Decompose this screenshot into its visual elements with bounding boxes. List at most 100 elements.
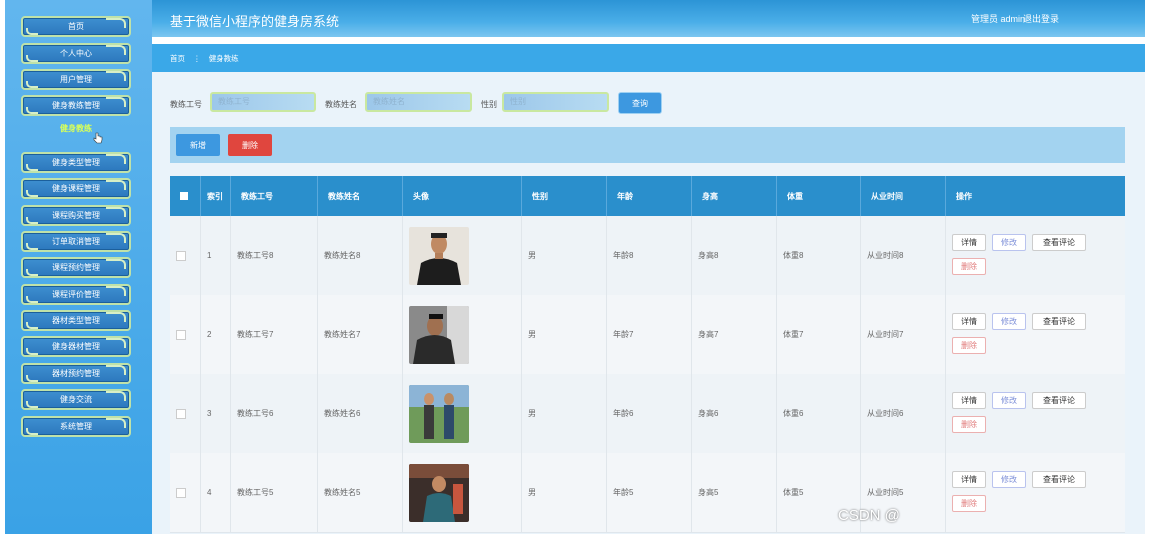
sidebar-item-label: 课程评价管理 bbox=[52, 290, 100, 299]
sidebar-item-label: 健身教练管理 bbox=[52, 101, 100, 110]
sidebar-item-coaches[interactable]: 健身教练管理 bbox=[21, 95, 131, 116]
cell-height: 身高8 bbox=[691, 216, 776, 295]
cell-actions: 详情 修改 查看评论 删除 bbox=[945, 216, 1125, 295]
cell-coach-no: 教练工号8 bbox=[230, 216, 317, 295]
coach-no-label: 教练工号 bbox=[170, 100, 202, 109]
sidebar-item-equipment-booking[interactable]: 器材预约管理 bbox=[21, 363, 131, 384]
cell-coach-name: 教练姓名8 bbox=[317, 216, 402, 295]
edit-button[interactable]: 修改 bbox=[992, 234, 1026, 251]
sidebar-item-course-review[interactable]: 课程评价管理 bbox=[21, 284, 131, 305]
col-index: 索引 bbox=[200, 176, 230, 216]
cell-avatar bbox=[402, 453, 521, 532]
col-actions: 操作 bbox=[945, 176, 1125, 216]
cell-actions: 详情 修改 查看评论 删除 bbox=[945, 295, 1125, 374]
sidebar-item-fitness-types[interactable]: 健身类型管理 bbox=[21, 152, 131, 173]
sidebar-item-course-booking[interactable]: 课程预约管理 bbox=[21, 257, 131, 278]
cell-index: 3 bbox=[200, 374, 230, 453]
add-button[interactable]: 新增 bbox=[176, 134, 220, 156]
cell-coach-name: 教练姓名7 bbox=[317, 295, 402, 374]
sidebar-item-forum[interactable]: 健身交流 bbox=[21, 389, 131, 410]
table-row: 2 教练工号7 教练姓名7 男 年龄7 身高7 体重7 从业时间7 详情 修改 … bbox=[170, 295, 1125, 375]
col-weight: 体重 bbox=[776, 176, 860, 216]
cell-index: 1 bbox=[200, 216, 230, 295]
table-row: 3 教练工号6 教练姓名6 男 年龄6 身高6 体重6 从业时间6 详情 修改 … bbox=[170, 374, 1125, 454]
cell-gender: 男 bbox=[521, 374, 606, 453]
row-checkbox[interactable] bbox=[170, 374, 200, 453]
cell-age: 年龄7 bbox=[606, 295, 691, 374]
select-all-checkbox[interactable] bbox=[170, 176, 200, 216]
sidebar-item-users[interactable]: 用户管理 bbox=[21, 69, 131, 90]
cell-age: 年龄6 bbox=[606, 374, 691, 453]
cell-avatar bbox=[402, 295, 521, 374]
coach-name-input[interactable]: 教练姓名 bbox=[365, 92, 472, 112]
avatar bbox=[409, 305, 469, 364]
detail-button[interactable]: 详情 bbox=[952, 234, 986, 251]
cell-coach-name: 教练姓名5 bbox=[317, 453, 402, 532]
sidebar-item-order-cancel[interactable]: 订单取消管理 bbox=[21, 231, 131, 252]
table-row: 4 教练工号5 教练姓名5 男 年龄5 身高5 体重5 从业时间5 详情 修改 … bbox=[170, 453, 1125, 533]
detail-button[interactable]: 详情 bbox=[952, 471, 986, 488]
sidebar-item-label: 课程预约管理 bbox=[52, 263, 100, 272]
gender-input[interactable]: 性别 bbox=[502, 92, 609, 112]
cell-actions: 详情 修改 查看评论 删除 bbox=[945, 453, 1125, 532]
cell-actions: 详情 修改 查看评论 删除 bbox=[945, 374, 1125, 453]
cell-height: 身高7 bbox=[691, 295, 776, 374]
cell-coach-name: 教练姓名6 bbox=[317, 374, 402, 453]
sidebar-item-courses[interactable]: 健身课程管理 bbox=[21, 178, 131, 199]
logout-link[interactable]: 退出登录 bbox=[1023, 12, 1059, 25]
sidebar-item-label: 健身类型管理 bbox=[52, 158, 100, 167]
detail-button[interactable]: 详情 bbox=[952, 313, 986, 330]
cell-avatar bbox=[402, 374, 521, 453]
sidebar-item-label: 健身器材管理 bbox=[52, 342, 100, 351]
delete-button[interactable]: 删除 bbox=[952, 258, 986, 275]
cell-index: 2 bbox=[200, 295, 230, 374]
cell-height: 身高6 bbox=[691, 374, 776, 453]
sidebar-item-profile[interactable]: 个人中心 bbox=[21, 43, 131, 64]
coach-no-input[interactable]: 教练工号 bbox=[210, 92, 316, 112]
sidebar-item-equipment-types[interactable]: 器材类型管理 bbox=[21, 310, 131, 331]
sidebar-subitem-coach[interactable]: 健身教练 bbox=[21, 121, 131, 137]
sidebar-item-label: 器材类型管理 bbox=[52, 316, 100, 325]
edit-button[interactable]: 修改 bbox=[992, 471, 1026, 488]
search-button[interactable]: 查询 bbox=[618, 92, 662, 114]
cell-coach-no: 教练工号7 bbox=[230, 295, 317, 374]
breadcrumb-bar: 首页 ⋮ 健身教练 bbox=[152, 44, 1145, 72]
breadcrumb-home[interactable]: 首页 bbox=[170, 54, 185, 63]
view-reviews-button[interactable]: 查看评论 bbox=[1032, 471, 1086, 488]
col-height: 身高 bbox=[691, 176, 776, 216]
sidebar: 首页 个人中心 用户管理 健身教练管理 健身教练 健身类型管理 健身课程管理 课… bbox=[5, 0, 152, 534]
sidebar-item-label: 系统管理 bbox=[60, 422, 92, 431]
delete-button[interactable]: 删除 bbox=[952, 337, 986, 354]
row-checkbox[interactable] bbox=[170, 453, 200, 532]
cell-years: 从业时间7 bbox=[860, 295, 945, 374]
hand-cursor-icon bbox=[93, 132, 103, 144]
sidebar-item-system[interactable]: 系统管理 bbox=[21, 416, 131, 437]
gender-label: 性别 bbox=[481, 100, 497, 109]
row-checkbox[interactable] bbox=[170, 216, 200, 295]
delete-button[interactable]: 删除 bbox=[952, 416, 986, 433]
cell-coach-no: 教练工号5 bbox=[230, 453, 317, 532]
detail-button[interactable]: 详情 bbox=[952, 392, 986, 409]
view-reviews-button[interactable]: 查看评论 bbox=[1032, 313, 1086, 330]
sidebar-item-label: 健身交流 bbox=[60, 395, 92, 404]
view-reviews-button[interactable]: 查看评论 bbox=[1032, 392, 1086, 409]
avatar bbox=[409, 463, 469, 522]
col-age: 年龄 bbox=[606, 176, 691, 216]
sidebar-item-equipment[interactable]: 健身器材管理 bbox=[21, 336, 131, 357]
delete-button[interactable]: 删除 bbox=[952, 495, 986, 512]
batch-delete-button[interactable]: 删除 bbox=[228, 134, 272, 156]
cell-gender: 男 bbox=[521, 453, 606, 532]
cell-index: 4 bbox=[200, 453, 230, 532]
avatar bbox=[409, 384, 469, 443]
cell-years: 从业时间6 bbox=[860, 374, 945, 453]
row-checkbox[interactable] bbox=[170, 295, 200, 374]
sidebar-item-label: 课程购买管理 bbox=[52, 211, 100, 220]
sidebar-item-course-purchase[interactable]: 课程购买管理 bbox=[21, 205, 131, 226]
edit-button[interactable]: 修改 bbox=[992, 313, 1026, 330]
main-content: 教练工号 教练工号 教练姓名 教练姓名 性别 性别 查询 新增 删除 索引 教练… bbox=[152, 72, 1145, 534]
col-coach-name: 教练姓名 bbox=[317, 176, 402, 216]
view-reviews-button[interactable]: 查看评论 bbox=[1032, 234, 1086, 251]
sidebar-item-label: 健身课程管理 bbox=[52, 184, 100, 193]
edit-button[interactable]: 修改 bbox=[992, 392, 1026, 409]
sidebar-item-home[interactable]: 首页 bbox=[21, 16, 131, 37]
